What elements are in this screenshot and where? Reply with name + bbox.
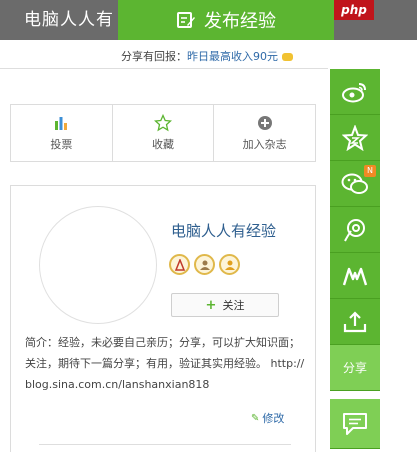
vote-label: 投票 bbox=[50, 138, 73, 151]
add-to-magazine-label: 加入杂志 bbox=[242, 138, 287, 151]
pencil-icon: ✎ bbox=[251, 412, 260, 424]
qzone-star-icon bbox=[342, 124, 368, 151]
publish-label: 发布经验 bbox=[204, 11, 276, 32]
edit-icon bbox=[177, 12, 195, 28]
edit-intro-link[interactable]: ✎ 修改 bbox=[251, 410, 284, 426]
message-button[interactable] bbox=[330, 399, 380, 449]
plus-icon: + bbox=[205, 297, 217, 313]
avatar[interactable] bbox=[39, 206, 157, 324]
new-badge: N bbox=[364, 165, 376, 177]
kaixin-icon bbox=[342, 267, 368, 285]
chat-bubble-icon bbox=[343, 412, 367, 435]
promo-text: 分享有回报：昨日最高收入90元 bbox=[121, 48, 293, 64]
favorite-button[interactable]: 收藏 bbox=[111, 105, 214, 161]
author-intro: 简介：经验，未必要自己亲历；分享，可以扩大知识面；关注，期待下一篇分享；有用，验… bbox=[25, 336, 305, 391]
medal-icon[interactable] bbox=[219, 254, 240, 275]
share-renren-button[interactable] bbox=[330, 207, 380, 253]
top-bar: 电脑人人有 发布经验 php bbox=[0, 0, 417, 40]
medal-icon[interactable] bbox=[194, 254, 215, 275]
divider bbox=[0, 68, 328, 69]
share-rail: N 分享 bbox=[330, 69, 380, 449]
promo-prefix: 分享有回报： bbox=[121, 50, 187, 63]
share-upload-button[interactable] bbox=[330, 299, 380, 345]
share-kaixin-button[interactable] bbox=[330, 253, 380, 299]
action-box: 投票 收藏 加入杂志 bbox=[10, 104, 316, 162]
follow-label: 关注 bbox=[222, 299, 245, 312]
share-button[interactable]: 分享 bbox=[330, 345, 380, 391]
edit-label: 修改 bbox=[262, 412, 285, 425]
star-icon bbox=[154, 114, 172, 132]
bar-chart-icon bbox=[55, 117, 68, 130]
brand-logo[interactable]: 电脑人人有 bbox=[0, 0, 118, 40]
weibo-icon bbox=[342, 82, 366, 102]
share-weibo-button[interactable] bbox=[330, 69, 380, 115]
share-qzone-button[interactable] bbox=[330, 115, 380, 161]
medal-icon[interactable] bbox=[169, 254, 190, 275]
renren-icon bbox=[344, 218, 365, 241]
add-to-magazine-button[interactable]: 加入杂志 bbox=[213, 105, 315, 161]
rail-gap bbox=[330, 391, 380, 399]
php-badge: php bbox=[334, 0, 374, 20]
author-profile-card: 电脑人人有经验 + 关注 简介：经验，未必要自己亲历；分享，可以扩大知识面；关注… bbox=[10, 185, 316, 452]
coin-icon bbox=[282, 53, 293, 61]
author-name-link[interactable]: 电脑人人有经验 bbox=[171, 220, 276, 241]
vote-button[interactable]: 投票 bbox=[11, 105, 112, 161]
plus-circle-icon bbox=[257, 116, 272, 130]
divider bbox=[39, 444, 291, 445]
medal-list bbox=[169, 254, 240, 275]
promo-highlight-link[interactable]: 昨日最高收入90元 bbox=[187, 50, 278, 63]
publish-experience-button[interactable]: 发布经验 bbox=[118, 0, 334, 40]
follow-button[interactable]: + 关注 bbox=[171, 293, 279, 317]
favorite-label: 收藏 bbox=[152, 138, 174, 151]
upload-icon bbox=[343, 310, 367, 332]
share-wechat-button[interactable]: N bbox=[330, 161, 380, 207]
